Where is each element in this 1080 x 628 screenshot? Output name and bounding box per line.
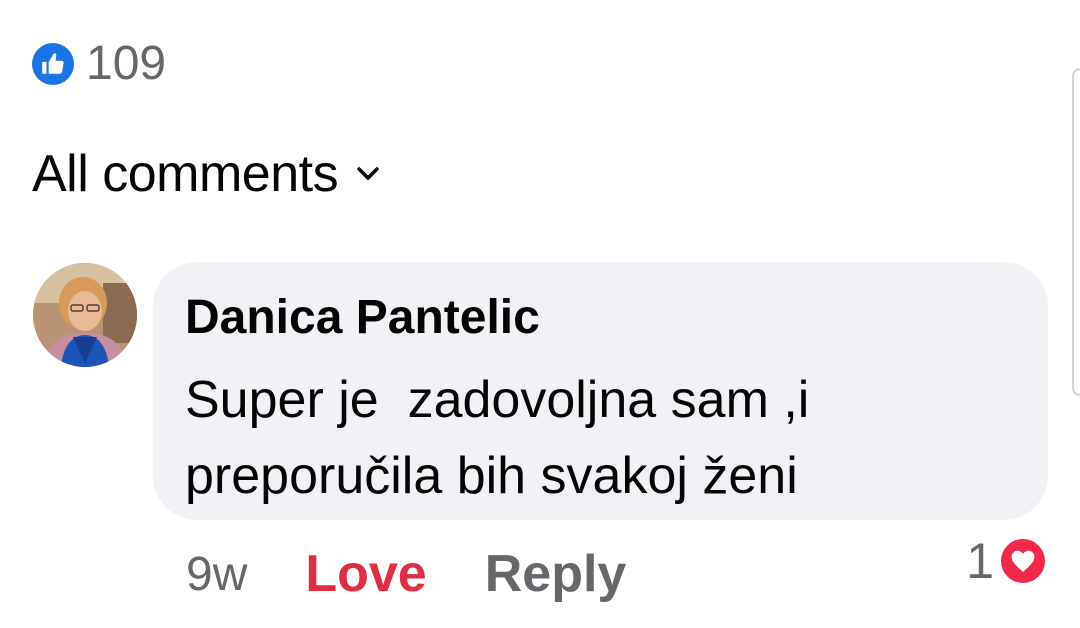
like-count: 109 — [86, 37, 167, 90]
reply-button[interactable]: Reply — [485, 544, 627, 604]
comment-text: Super je zadovoljna sam ,i preporučila b… — [185, 371, 824, 505]
thumbs-up-icon — [42, 53, 64, 74]
comment-actions: 9w Love Reply — [186, 538, 626, 610]
scrollbar-track[interactable] — [1072, 68, 1080, 396]
comment-timestamp[interactable]: 9w — [186, 547, 247, 602]
comment-filter-label: All comments — [32, 145, 339, 203]
like-badge-icon — [32, 43, 74, 85]
post-reaction-summary[interactable]: 109 — [32, 38, 166, 90]
comment-reaction-summary[interactable]: 1 — [966, 533, 1048, 589]
comment-author-name[interactable]: Danica Pantelic — [185, 290, 540, 345]
comment-bubble: Danica Pantelic Super je zadovoljna sam … — [153, 262, 1048, 520]
avatar[interactable] — [33, 263, 137, 367]
comment-filter-dropdown[interactable]: All comments — [32, 142, 380, 206]
heart-icon — [1011, 550, 1035, 572]
comment-reaction-count: 1 — [966, 533, 994, 589]
love-button[interactable]: Love — [305, 544, 426, 604]
avatar-photo — [33, 263, 137, 367]
chevron-down-icon — [356, 164, 380, 184]
heart-badge — [998, 536, 1048, 586]
